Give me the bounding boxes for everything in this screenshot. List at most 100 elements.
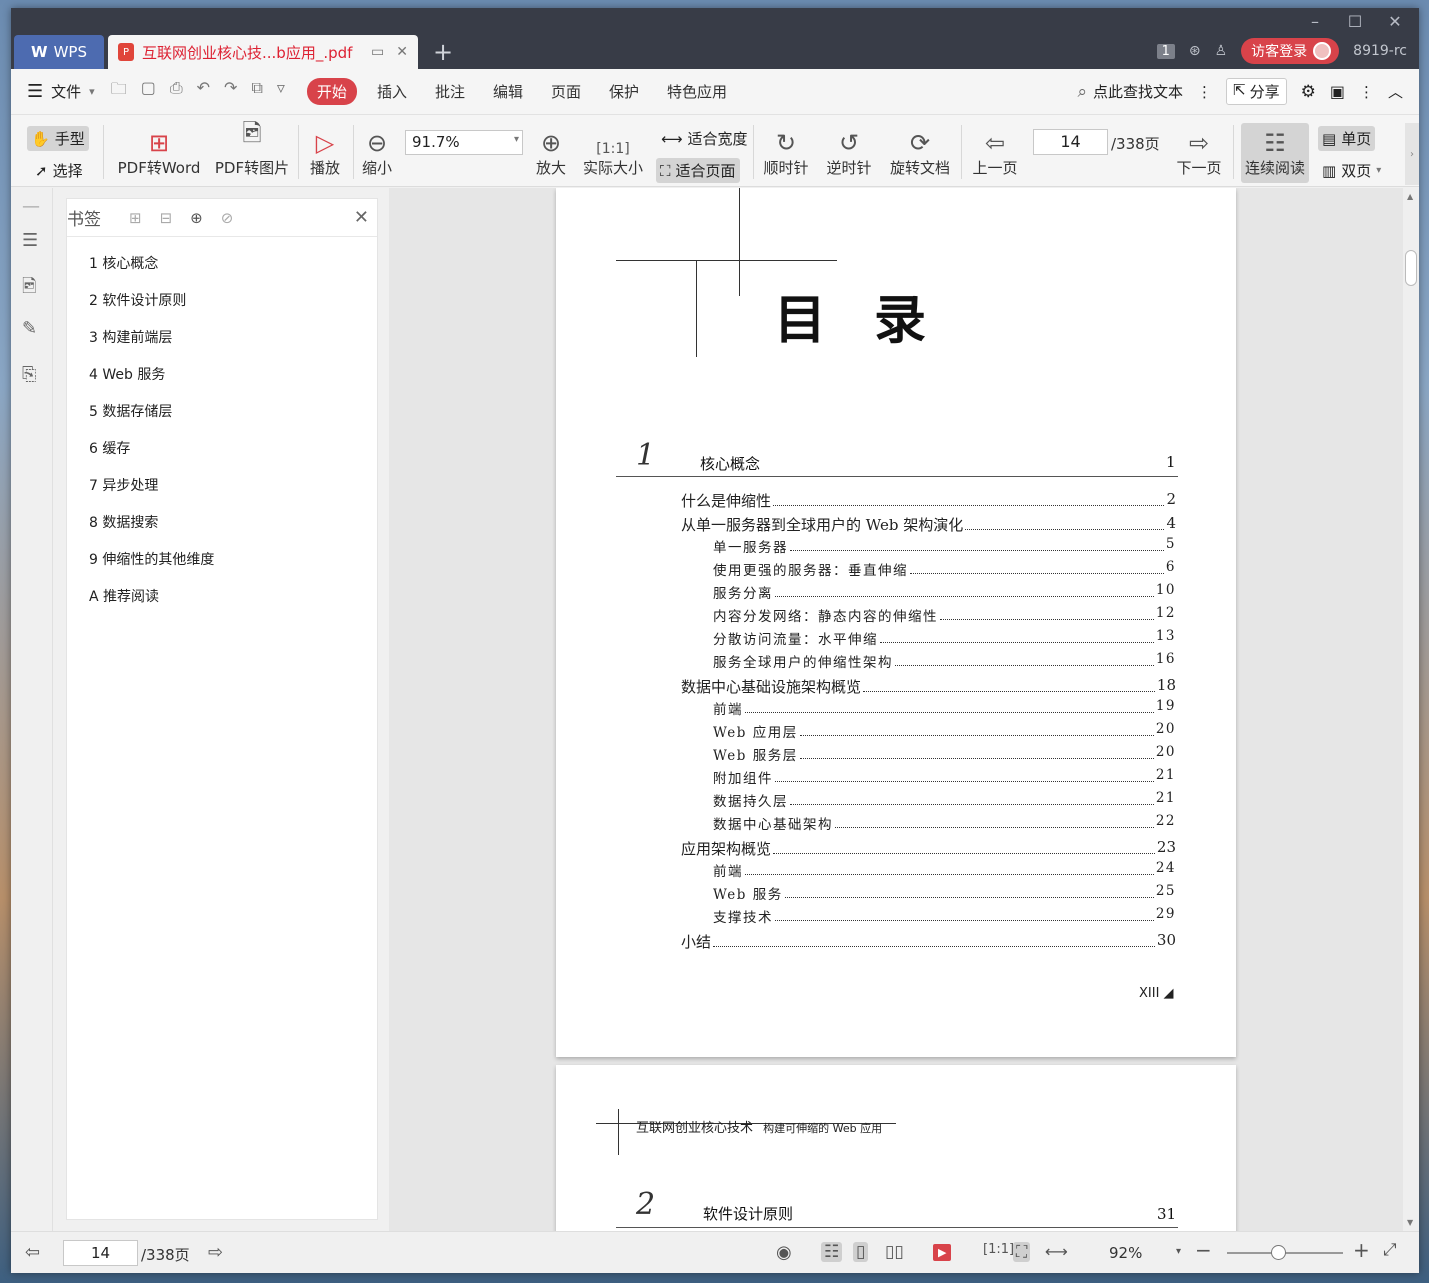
select-tool-button[interactable]: ➚ 选择 <box>31 158 87 183</box>
toc-entry[interactable]: 服务分离 10 <box>713 582 1176 602</box>
zoom-slider[interactable] <box>1227 1245 1343 1260</box>
undo-icon[interactable]: ↶ <box>197 78 210 105</box>
bookmark-item[interactable]: 6 缓存 <box>89 438 377 475</box>
bookmarks-panel-icon[interactable]: ☰ <box>22 230 38 251</box>
slideshow-play-icon[interactable]: ▶ <box>933 1242 952 1261</box>
expand-all-icon[interactable]: ⊞ <box>129 209 142 227</box>
tab-page[interactable]: 页面 <box>551 81 581 102</box>
add-bookmark-icon[interactable]: ⊕ <box>190 209 203 227</box>
toc-entry[interactable]: 数据中心基础设施架构概览 18 <box>681 676 1176 697</box>
rotate-clockwise-button[interactable]: ↻ 顺时针 <box>761 123 811 178</box>
toc-entry[interactable]: 单一服务器 5 <box>713 536 1176 556</box>
open-folder-icon[interactable]: 🗀 <box>111 78 127 105</box>
single-view-icon[interactable]: ▯ <box>853 1242 869 1262</box>
document-viewport[interactable]: 目录 1 核心概念 1 什么是伸缩性 2 从单一服务器到全球用户的 Web 架构演化… <box>389 188 1419 1231</box>
toc-entry[interactable]: 应用架构概览 23 <box>681 838 1176 859</box>
status-page-input[interactable]: 14 <box>63 1240 138 1266</box>
bookmark-item[interactable]: 1 核心概念 <box>89 253 377 290</box>
toc-entry[interactable]: 使用更强的服务器：垂直伸缩 6 <box>713 559 1176 579</box>
hand-tool-button[interactable]: ✋ 手型 <box>27 126 89 151</box>
print-icon[interactable]: ⎙ <box>170 78 183 105</box>
collapse-all-icon[interactable]: ⊟ <box>160 209 173 227</box>
tab-special-apps[interactable]: 特色应用 <box>667 81 727 102</box>
toc-entry[interactable]: 数据中心基础架构 22 <box>713 813 1176 833</box>
bookmark-item[interactable]: 7 异步处理 <box>89 475 377 512</box>
zoom-slider-knob[interactable] <box>1271 1245 1286 1260</box>
tab-annotate[interactable]: 批注 <box>435 81 465 102</box>
maximize-icon[interactable]: ☐ <box>1345 12 1365 31</box>
status-zoom-value[interactable]: 92% <box>1109 1244 1142 1262</box>
ribbon-scroll-right[interactable]: › <box>1405 123 1419 185</box>
rotate-document-button[interactable]: ⟳ 旋转文档 <box>887 123 953 178</box>
skin-icon[interactable]: ⊛ <box>1189 43 1201 59</box>
monitor-icon[interactable]: ▭ <box>371 44 384 60</box>
toc-entry[interactable]: 分散访问流量：水平伸缩 13 <box>713 628 1176 648</box>
tab-edit[interactable]: 编辑 <box>493 81 523 102</box>
more-quick-icon[interactable]: ▿ <box>277 78 285 105</box>
bookmark-item[interactable]: 2 软件设计原则 <box>89 290 377 327</box>
tab-protect[interactable]: 保护 <box>609 81 639 102</box>
scrollbar-thumb[interactable] <box>1405 250 1417 286</box>
fit-width-button[interactable]: ⟷ 适合宽度 <box>657 126 752 151</box>
collapse-ribbon-icon[interactable]: ︿ <box>1388 81 1403 102</box>
single-page-button[interactable]: ▤ 单页 <box>1318 126 1376 151</box>
toc-entry[interactable]: 前端 19 <box>713 698 1176 718</box>
vertical-scrollbar[interactable]: ▲ ▼ <box>1403 188 1419 1231</box>
bookmark-item[interactable]: 3 构建前端层 <box>89 327 377 364</box>
toc-entry[interactable]: 附加组件 21 <box>713 767 1176 787</box>
double-view-icon[interactable]: ▯▯ <box>885 1242 904 1262</box>
close-tab-icon[interactable]: ✕ <box>396 44 408 60</box>
eye-protection-icon[interactable]: ◉ <box>776 1242 792 1263</box>
more-vertical-icon[interactable]: ⋮ <box>1197 83 1212 101</box>
tab-wps-home[interactable]: W WPS <box>14 35 104 69</box>
close-panel-icon[interactable]: ✕ <box>354 207 369 228</box>
double-page-button[interactable]: ▥ 双页 ▾ <box>1318 158 1385 183</box>
bookmark-item[interactable]: 5 数据存储层 <box>89 401 377 438</box>
toc-entry[interactable]: 服务全球用户的伸缩性架构 16 <box>713 651 1176 671</box>
visitor-login-button[interactable]: 访客登录 <box>1241 38 1340 64</box>
pdf-to-word-button[interactable]: ⊞ PDF转Word <box>113 123 205 178</box>
toc-entry[interactable]: 支撑技术 29 <box>713 906 1176 926</box>
toc-entry[interactable]: 数据持久层 21 <box>713 790 1176 810</box>
fullscreen-icon[interactable]: ⤢ <box>1383 1240 1397 1260</box>
scroll-down-icon[interactable]: ▼ <box>1407 1218 1413 1227</box>
minimize-icon[interactable]: – <box>1305 12 1325 31</box>
bookmark-item[interactable]: A 推荐阅读 <box>89 586 377 623</box>
signature-panel-icon[interactable]: ⎘ <box>22 364 36 385</box>
continuous-view-icon[interactable]: ☷ <box>821 1242 843 1262</box>
toc-entry[interactable]: 什么是伸缩性 2 <box>681 490 1176 511</box>
next-page-button[interactable]: ⇨ 下一页 <box>1173 123 1225 178</box>
new-tab-button[interactable]: + <box>433 38 453 66</box>
file-menu[interactable]: ☰ 文件 ▾ <box>27 81 95 102</box>
continuous-reading-button[interactable]: ☷ 连续阅读 <box>1241 123 1309 183</box>
page-number-input[interactable]: 14 <box>1033 129 1108 155</box>
zoom-out-button[interactable]: ⊖ 缩小 <box>359 123 395 178</box>
tab-start[interactable]: 开始 <box>306 78 357 105</box>
actual-size-status-icon[interactable]: [1:1] <box>983 1242 1014 1257</box>
status-prev-page-icon[interactable]: ⇦ <box>25 1242 40 1263</box>
zoom-plus-icon[interactable]: + <box>1353 1238 1370 1262</box>
toc-entry[interactable]: Web 应用层 20 <box>713 721 1176 741</box>
fit-page-button[interactable]: ⛶ 适合页面 <box>656 158 740 183</box>
gear-icon[interactable]: ⚙ <box>1301 82 1316 102</box>
toc-entry[interactable]: 小结 30 <box>681 931 1176 952</box>
toc-entry[interactable]: 前端 24 <box>713 860 1176 880</box>
previous-page-button[interactable]: ⇦ 上一页 <box>969 123 1021 178</box>
pdf-to-image-button[interactable]: 🖻 PDF转图片 <box>213 119 291 178</box>
rotate-counterclockwise-button[interactable]: ↺ 逆时针 <box>824 123 874 178</box>
scroll-up-icon[interactable]: ▲ <box>1407 192 1413 201</box>
export-icon[interactable]: ⧉ <box>251 78 262 105</box>
tab-insert[interactable]: 插入 <box>377 81 407 102</box>
bookmark-item[interactable]: 8 数据搜索 <box>89 512 377 549</box>
play-button[interactable]: ▷ 播放 <box>305 123 345 178</box>
bookmark-item[interactable]: 4 Web 服务 <box>89 364 377 401</box>
zoom-in-button[interactable]: ⊕ 放大 <box>533 123 569 178</box>
window-count-badge[interactable]: 1 <box>1156 43 1175 59</box>
toc-entry[interactable]: Web 服务 25 <box>713 883 1176 903</box>
toc-entry[interactable]: Web 服务层 20 <box>713 744 1176 764</box>
find-text-button[interactable]: ⌕ 点此查找文本 <box>1077 81 1183 102</box>
tab-document[interactable]: P 互联网创业核心技...b应用_.pdf ▭ ✕ <box>108 35 418 69</box>
toc-entry[interactable]: 从单一服务器到全球用户的 Web 架构演化 4 <box>681 514 1176 535</box>
zoom-dropdown-icon[interactable]: ▾ <box>1176 1246 1181 1257</box>
annotations-panel-icon[interactable]: ✎ <box>22 318 37 339</box>
